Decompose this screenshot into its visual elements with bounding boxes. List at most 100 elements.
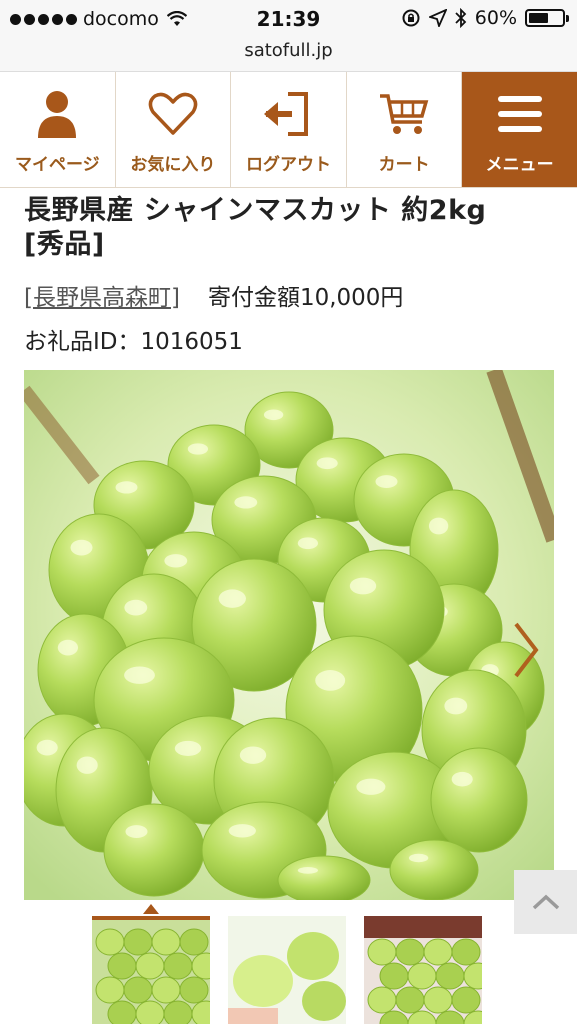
bluetooth-icon bbox=[455, 8, 467, 28]
battery-percent: 60% bbox=[474, 7, 517, 29]
status-icons: 60% bbox=[401, 7, 569, 29]
grape-berry bbox=[407, 962, 437, 990]
grape-highlight bbox=[124, 599, 148, 616]
grape-berry bbox=[151, 976, 181, 1004]
logout-icon bbox=[264, 92, 309, 136]
grape-berry bbox=[107, 952, 137, 980]
grape-berry bbox=[135, 1000, 165, 1024]
grape-berry bbox=[123, 928, 153, 956]
grape-berry bbox=[423, 938, 453, 966]
grape-berry bbox=[395, 986, 425, 1014]
thumbnail-strip bbox=[92, 916, 482, 1024]
grape-berry bbox=[451, 938, 481, 966]
grape-berry bbox=[107, 1000, 137, 1024]
status-bar: docomo 21:39 60% bbox=[0, 0, 577, 38]
hamburger-icon bbox=[497, 96, 542, 132]
grape-highlight bbox=[234, 496, 258, 509]
grape-berry bbox=[367, 986, 397, 1014]
grape-berry bbox=[435, 962, 465, 990]
nav-favorites[interactable]: お気に入り bbox=[116, 72, 232, 187]
grape-berry bbox=[379, 962, 409, 990]
battery-level bbox=[529, 13, 548, 23]
grape-highlight bbox=[76, 756, 98, 774]
nav-logout[interactable]: ログアウト bbox=[231, 72, 347, 187]
header-nav: マイページ お気に入り ログアウト カート メニュー bbox=[0, 72, 577, 188]
grape-berry bbox=[95, 976, 125, 1004]
product-meta: [長野県高森町] 寄付金額10,000円 bbox=[24, 278, 403, 312]
grape-highlight bbox=[124, 666, 155, 684]
grape-berry bbox=[123, 976, 153, 1004]
grape-berry bbox=[179, 928, 209, 956]
grape-highlight bbox=[218, 589, 246, 608]
nav-label: メニュー bbox=[485, 155, 554, 175]
nav-cart[interactable]: カート bbox=[347, 72, 463, 187]
thumbnail-image bbox=[228, 916, 346, 1024]
url-text: satofull.jp bbox=[244, 40, 333, 61]
grape-highlight bbox=[428, 517, 449, 535]
grape-berry bbox=[163, 952, 193, 980]
address-bar[interactable]: satofull.jp bbox=[0, 38, 577, 72]
nav-mypage[interactable]: マイページ bbox=[0, 72, 116, 187]
next-image-chevron-icon[interactable] bbox=[512, 620, 540, 680]
grape-highlight bbox=[263, 409, 284, 421]
region-link[interactable]: [長野県高森町] bbox=[24, 278, 180, 312]
heart-icon bbox=[148, 92, 198, 135]
grape-berry bbox=[451, 986, 481, 1014]
active-thumb-indicator bbox=[143, 904, 159, 914]
nav-label: ログアウト bbox=[245, 155, 331, 175]
grape-highlight bbox=[444, 697, 468, 715]
grape-highlight bbox=[315, 670, 346, 691]
rotation-lock-icon bbox=[402, 9, 420, 27]
grape-highlight bbox=[36, 739, 58, 756]
grape-highlight bbox=[297, 537, 319, 550]
nav-label: マイページ bbox=[14, 155, 100, 175]
nav-menu[interactable]: メニュー bbox=[462, 72, 577, 187]
thumbnail-3[interactable] bbox=[364, 916, 482, 1024]
chevron-up-icon bbox=[532, 894, 559, 910]
grape-highlight bbox=[408, 853, 429, 863]
grape-berry bbox=[395, 938, 425, 966]
grape-highlight bbox=[356, 778, 386, 795]
location-icon bbox=[428, 9, 447, 27]
gift-id: お礼品ID：1016051 bbox=[24, 329, 243, 355]
grape-highlight bbox=[174, 740, 202, 756]
grape-berry bbox=[423, 986, 453, 1014]
grape-highlight bbox=[187, 443, 209, 455]
grape-highlight bbox=[451, 771, 473, 787]
grape-berry bbox=[367, 938, 397, 966]
back-to-top-button[interactable] bbox=[514, 870, 577, 934]
grape-highlight bbox=[239, 746, 267, 764]
grape-highlight bbox=[349, 577, 377, 595]
grape-highlight bbox=[316, 457, 338, 470]
grape-highlight bbox=[57, 639, 79, 656]
grape-berry bbox=[389, 839, 479, 900]
grape-berry bbox=[103, 803, 205, 897]
donation-amount: 寄付金額10,000円 bbox=[207, 285, 404, 311]
grape-berry bbox=[430, 747, 528, 853]
grape-berry bbox=[95, 928, 125, 956]
thumbnail-image bbox=[92, 920, 210, 1024]
grape-highlight bbox=[70, 539, 93, 556]
grape-highlight bbox=[115, 481, 138, 494]
grape-highlight bbox=[164, 554, 188, 568]
nav-label: お気に入り bbox=[130, 155, 216, 175]
person-icon bbox=[38, 91, 77, 138]
nav-label: カート bbox=[378, 155, 430, 175]
grape-berry bbox=[135, 952, 165, 980]
grape-highlight bbox=[228, 824, 256, 838]
thumbnail-1[interactable] bbox=[92, 916, 210, 1024]
grape-berry bbox=[151, 928, 181, 956]
grape-berry bbox=[179, 976, 209, 1004]
thumbnail-2[interactable] bbox=[228, 916, 346, 1024]
grape-highlight bbox=[375, 475, 398, 489]
product-title: 長野県産 シャインマスカット 約2kg [秀品] bbox=[24, 195, 514, 260]
grape-photo bbox=[24, 370, 554, 900]
cart-icon bbox=[380, 94, 429, 134]
grape-highlight bbox=[297, 867, 319, 874]
grape-berry bbox=[277, 855, 371, 900]
grape-highlight bbox=[125, 825, 148, 839]
thumbnail-image bbox=[364, 916, 482, 1024]
product-image[interactable] bbox=[24, 370, 554, 900]
grape-berry bbox=[163, 1000, 193, 1024]
battery-icon bbox=[525, 9, 569, 27]
